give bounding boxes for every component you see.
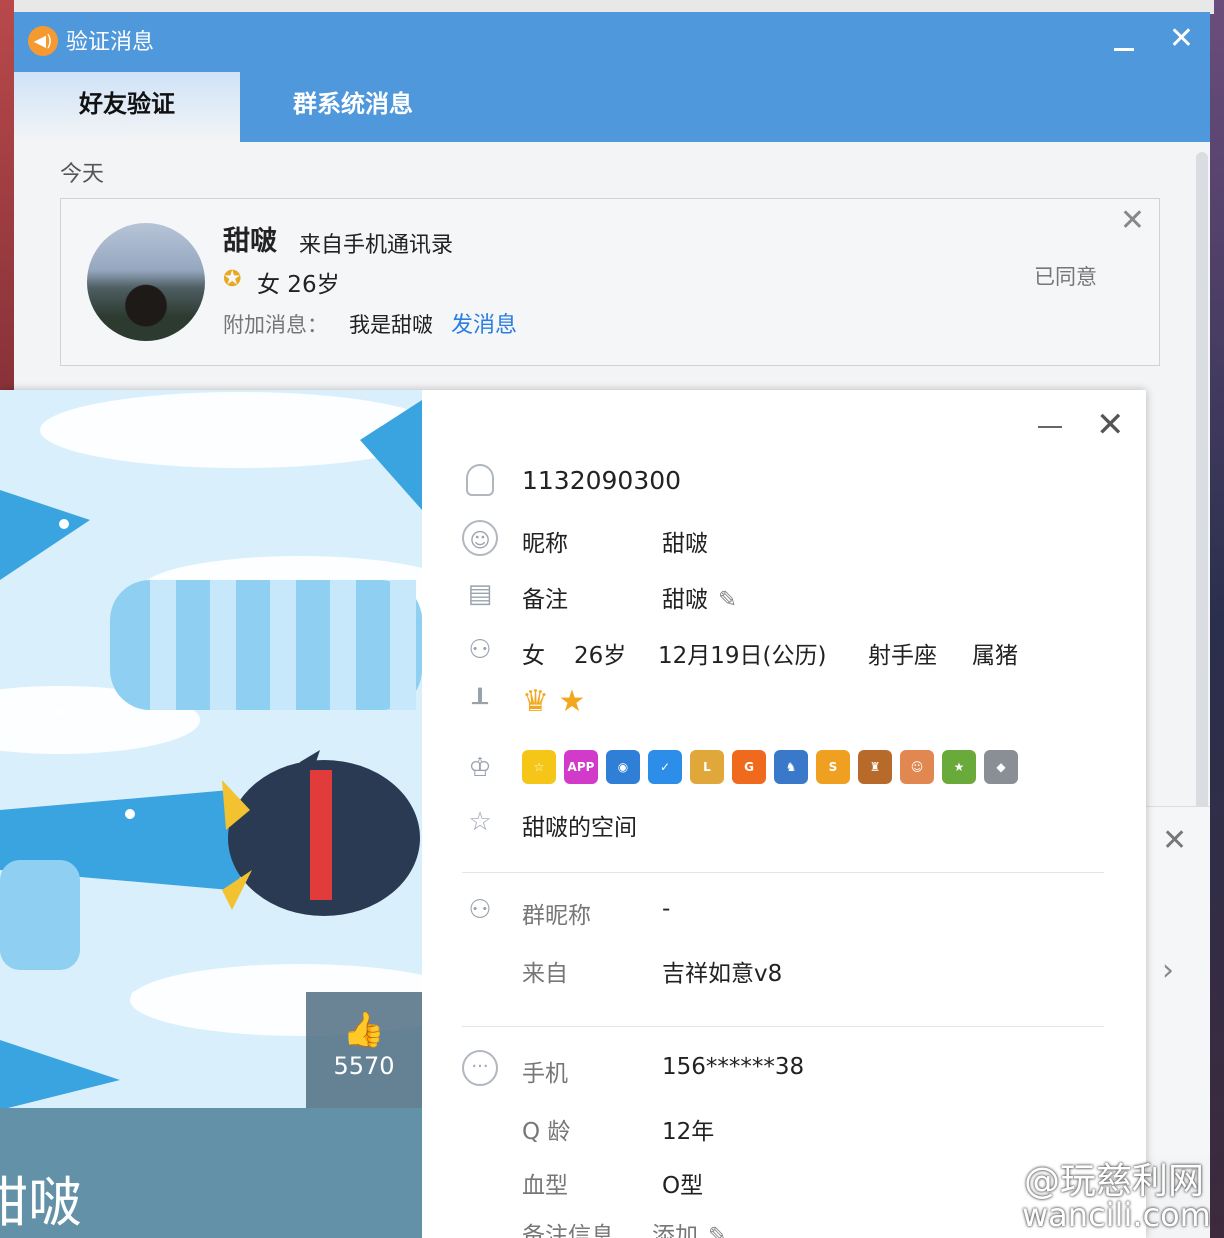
close-button[interactable]: ✕ <box>1169 24 1194 54</box>
age: 26岁 <box>574 643 627 669</box>
nickname-value: 甜啵 <box>662 531 708 557</box>
remark-text: 甜啵 <box>662 587 708 613</box>
verification-titlebar: ◀) 验证消息 ✕ 好友验证 群系统消息 <box>14 12 1210 142</box>
personal-info-row: ⚇ 女 26岁 12月19日(公历) 射手座 属猪 <box>462 632 1142 672</box>
phone-value: 156******38 <box>662 1054 805 1080</box>
side-panel: ✕ › <box>1146 806 1210 1156</box>
remark-value[interactable]: 甜啵 ✎ <box>662 580 737 614</box>
chevron-right-icon[interactable]: › <box>1162 953 1174 988</box>
service-badges: ☆ APP ◉ ✓ L G ♞ S ♜ ☺ ★ ◆ <box>522 750 1026 790</box>
user-circle-icon: ☺ <box>462 520 498 556</box>
avatar[interactable] <box>87 223 205 341</box>
cover-name: 甜啵 <box>0 1171 82 1234</box>
edit-icon[interactable]: ✎ <box>718 587 737 613</box>
requester-name[interactable]: 甜啵 <box>223 219 277 258</box>
vip-star-badge[interactable]: ☆ <box>522 750 556 784</box>
phone-row: ··· 手机 156******38 <box>462 1050 1122 1090</box>
level-icons[interactable]: ♛ ★ <box>522 684 585 719</box>
profile-window: 👍 5570 甜啵 ✕ 1132090300 ☺ 昵称 甜啵 ▤ 备注 甜啵 ✎ … <box>0 390 1146 1238</box>
gender-age: 女 26岁 <box>257 272 340 298</box>
close-icon[interactable]: ✕ <box>1120 203 1145 238</box>
close-button[interactable]: ✕ <box>1096 408 1125 442</box>
from-row: 来自 吉祥如意v8 <box>462 950 1122 990</box>
watermark-line2: wancili.com <box>1022 1196 1211 1234</box>
remark-row: ▤ 备注 甜啵 ✎ <box>462 576 1122 616</box>
qage-value: 12年 <box>662 1119 715 1145</box>
cover-name-bar: 甜啵 <box>0 1108 422 1238</box>
group-nick-label: 群昵称 <box>522 903 591 929</box>
qq-number[interactable]: 1132090300 <box>522 466 681 495</box>
card-icon: ▤ <box>467 579 493 609</box>
book-badge[interactable]: L <box>690 750 724 784</box>
like-button[interactable]: 👍 5570 <box>306 992 422 1108</box>
g-badge[interactable]: G <box>732 750 766 784</box>
diamond-badge[interactable]: ◆ <box>984 750 1018 784</box>
chinese-zodiac: 属猪 <box>972 643 1018 669</box>
face-badge[interactable]: ☺ <box>900 750 934 784</box>
level-row: ┸ ♛ ★ <box>462 684 1122 726</box>
shield-badge[interactable]: ✓ <box>648 750 682 784</box>
close-icon[interactable]: ✕ <box>1162 823 1187 858</box>
remark-info-add-text: 添加 <box>652 1223 698 1238</box>
crown-icon: ♛ <box>522 684 549 719</box>
nickname-row: ☺ 昵称 甜啵 <box>462 520 1122 560</box>
thumbs-up-icon: 👍 <box>342 1010 386 1050</box>
penguin-icon <box>462 462 498 498</box>
from-label: 来自 <box>522 961 568 987</box>
coin-badge[interactable]: S <box>816 750 850 784</box>
blood-label: 血型 <box>522 1173 568 1199</box>
friend-request-card: 甜啵 来自手机通讯录 ✪ 女 26岁 附加消息： 我是甜啵 发消息 已同意 ✕ <box>60 198 1160 366</box>
nickname-label: 昵称 <box>522 531 568 557</box>
send-message-link[interactable]: 发消息 <box>451 307 517 339</box>
group-nick-value: - <box>662 896 671 922</box>
group-icon: ⚇ <box>468 895 492 925</box>
like-count: 5570 <box>333 1052 395 1080</box>
speaker-icon: ◀) <box>28 26 58 56</box>
zodiac: 射手座 <box>868 643 937 669</box>
hero-badge[interactable]: ★ <box>942 750 976 784</box>
remark-info-label: 备注信息 <box>522 1223 614 1238</box>
from-value: 吉祥如意v8 <box>662 961 783 987</box>
star-icon: ✪ <box>223 267 242 292</box>
penguin-badge[interactable]: ♞ <box>774 750 808 784</box>
minimize-button[interactable] <box>1114 34 1134 54</box>
camera-badge[interactable]: ◉ <box>606 750 640 784</box>
space-row: ☆ 甜啵的空间 <box>462 804 1122 844</box>
tab-friend-verify[interactable]: 好友验证 <box>14 72 240 142</box>
tab-group-messages[interactable]: 群系统消息 <box>240 72 466 142</box>
section-today: 今天 <box>60 162 105 187</box>
more-icon: ··· <box>462 1050 498 1086</box>
minimize-button[interactable] <box>1038 426 1062 428</box>
remark-info-add[interactable]: 添加 ✎ <box>652 1216 727 1238</box>
status-badge: 已同意 <box>1034 265 1097 289</box>
crown-outline-icon: ♔ <box>468 753 492 783</box>
qage-row: Q 龄 12年 <box>462 1108 1122 1148</box>
profile-cover: 👍 5570 甜啵 <box>0 390 422 1238</box>
star-outline-icon: ☆ <box>468 807 492 837</box>
qq-number-row: 1132090300 <box>462 462 1122 502</box>
divider <box>462 872 1104 873</box>
star-icon: ★ <box>558 684 586 719</box>
gender: 女 <box>522 643 545 669</box>
birthday: 12月19日(公历) <box>658 643 827 669</box>
edit-icon[interactable]: ✎ <box>708 1223 727 1238</box>
phone-label: 手机 <box>522 1061 568 1087</box>
person-icon: ⚇ <box>468 635 492 665</box>
space-link[interactable]: 甜啵的空间 <box>522 808 637 842</box>
remark-label: 备注 <box>522 587 568 613</box>
message-label: 附加消息： <box>223 313 328 337</box>
game-badge[interactable]: ♜ <box>858 750 892 784</box>
message-text: 我是甜啵 <box>349 313 433 337</box>
qage-label: Q 龄 <box>522 1119 571 1145</box>
chart-icon: ┸ <box>472 689 488 719</box>
window-title: 验证消息 <box>66 30 155 55</box>
group-nick-row: ⚇ 群昵称 - <box>462 892 1122 932</box>
app-badge[interactable]: APP <box>564 750 598 784</box>
blood-value: O型 <box>662 1173 704 1199</box>
request-source: 来自手机通讯录 <box>299 233 454 258</box>
divider <box>462 1026 1104 1027</box>
